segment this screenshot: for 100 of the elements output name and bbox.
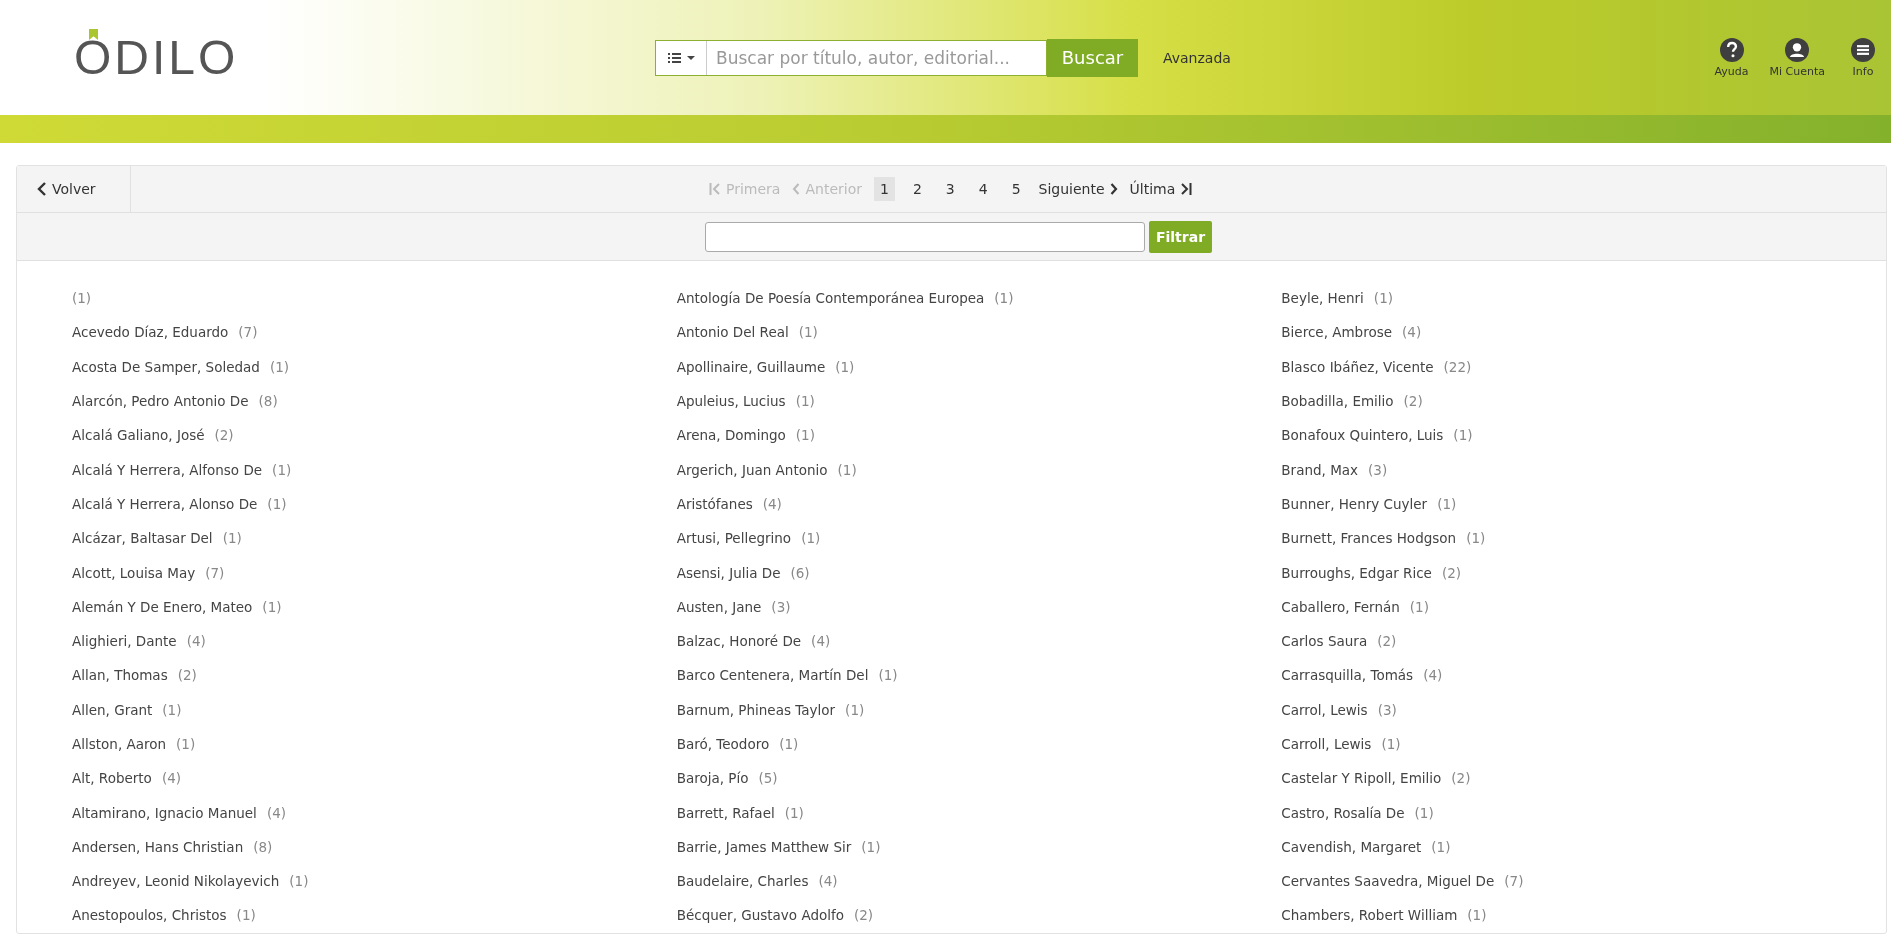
menu-icon: [1851, 37, 1875, 62]
title-count: (5): [758, 770, 778, 787]
filter-field[interactable]: [705, 221, 1145, 252]
advanced-search-link[interactable]: Avanzada: [1163, 49, 1231, 66]
author-link[interactable]: Austen, Jane: [676, 598, 762, 615]
title-count: (2): [1441, 564, 1462, 581]
back-button[interactable]: Volver: [17, 166, 131, 212]
author-link[interactable]: Alcott, Louisa May: [72, 564, 196, 581]
author-link[interactable]: Antonio Del Real: [676, 324, 789, 341]
page-number[interactable]: 2: [906, 177, 928, 201]
title-count: (2): [1377, 633, 1397, 650]
author-link[interactable]: Alarcón, Pedro Antonio De: [72, 393, 249, 410]
title-count: (1): [162, 701, 182, 718]
author-link[interactable]: Carrol, Lewis: [1281, 701, 1368, 718]
author-link[interactable]: Burroughs, Edgar Rice: [1281, 564, 1432, 581]
author-link[interactable]: Bobadilla, Emilio: [1281, 393, 1394, 410]
author-link[interactable]: Allen, Grant: [72, 701, 153, 718]
author-link[interactable]: Andreyev, Leonid Nikolayevich: [72, 873, 280, 890]
title-count: (1): [1409, 598, 1429, 615]
author-link[interactable]: Baroja, Pío: [676, 770, 749, 787]
user-icon: [1785, 37, 1810, 62]
title-count: (1): [784, 804, 804, 821]
page-number[interactable]: 1: [873, 177, 895, 201]
author-link[interactable]: Alighieri, Dante: [72, 633, 177, 650]
author-link[interactable]: Alt, Roberto: [72, 770, 152, 787]
author-link[interactable]: Anestopoulos, Christos: [72, 907, 227, 924]
author-link[interactable]: Cavendish, Margaret: [1281, 838, 1422, 855]
title-count: (1): [269, 358, 289, 375]
title-count: (4): [811, 633, 831, 650]
author-link[interactable]: Apollinaire, Guillaume: [676, 358, 826, 375]
author-link[interactable]: Alcalá Galiano, José: [72, 427, 205, 444]
page-number[interactable]: 4: [972, 177, 994, 201]
author-link[interactable]: Bierce, Ambrose: [1281, 324, 1393, 341]
author-link[interactable]: Altamirano, Ignacio Manuel: [72, 804, 257, 821]
author-link[interactable]: Alcázar, Baltasar Del: [72, 530, 213, 547]
author-link[interactable]: Burnett, Frances Hodgson: [1281, 530, 1457, 547]
author-link[interactable]: Acosta De Samper, Soledad: [72, 358, 260, 375]
author-link[interactable]: Aristófanes: [676, 495, 753, 512]
author-link[interactable]: Baró, Teodoro: [676, 736, 770, 752]
author-link[interactable]: Andersen, Hans Christian: [72, 838, 244, 855]
author-link[interactable]: Barrett, Rafael: [676, 804, 775, 821]
title-count: (1): [1453, 427, 1473, 444]
author-link[interactable]: Castro, Rosalía De: [1281, 804, 1405, 821]
title-count: (1): [798, 324, 818, 341]
header-action[interactable]: Mi Cuenta: [1769, 37, 1825, 78]
author-link[interactable]: Carroll, Lewis: [1281, 736, 1372, 752]
author-link[interactable]: Apuleius, Lucius: [676, 393, 786, 410]
author-link[interactable]: Alemán Y De Enero, Mateo: [72, 598, 253, 615]
next-page-link[interactable]: Siguiente: [1038, 181, 1118, 197]
title-count: (22): [1443, 358, 1472, 375]
title-count: (1): [1381, 736, 1401, 752]
author-link[interactable]: Cervantes Saavedra, Miguel De: [1281, 873, 1495, 890]
author-link[interactable]: Alcalá Y Herrera, Alfonso De: [72, 461, 263, 478]
title-count: (1): [1466, 530, 1486, 547]
author-link[interactable]: Brand, Max: [1281, 461, 1359, 478]
author-link[interactable]: Acevedo Díaz, Eduardo: [72, 324, 229, 341]
title-count: (1): [1414, 804, 1434, 821]
author-link[interactable]: Carlos Saura: [1281, 633, 1368, 650]
page-number[interactable]: 3: [939, 177, 961, 201]
author-link[interactable]: Allan, Thomas: [72, 667, 168, 684]
author-link[interactable]: Argerich, Juan Antonio: [676, 461, 828, 478]
title-count: (1): [837, 461, 857, 478]
author-link[interactable]: Asensi, Julia De: [676, 564, 781, 581]
author-link[interactable]: Alcalá Y Herrera, Alonso De: [72, 495, 258, 512]
author-link[interactable]: Balzac, Honoré De: [676, 633, 802, 650]
author-link[interactable]: Caballero, Fernán: [1281, 598, 1400, 615]
author-link[interactable]: Beyle, Henri: [1281, 290, 1364, 307]
title-count: (4): [1423, 667, 1443, 684]
author-link[interactable]: Barrie, James Matthew Sir: [676, 838, 852, 855]
author-link[interactable]: Artusi, Pellegrino: [676, 530, 792, 547]
title-count: (4): [1402, 324, 1422, 341]
title-count: (1): [835, 358, 855, 375]
odilo-logo[interactable]: ODILO: [74, 32, 324, 83]
author-link[interactable]: Allston, Aaron: [72, 736, 167, 752]
author-link[interactable]: Barnum, Phineas Taylor: [676, 701, 836, 718]
page-number[interactable]: 5: [1005, 177, 1027, 201]
title-count: (1): [176, 736, 196, 752]
author-link[interactable]: Arena, Domingo: [676, 427, 786, 444]
search-field[interactable]: Buscar por título, autor, editorial...: [655, 39, 1047, 76]
author-link[interactable]: Antología De Poesía Contemporánea Europea: [676, 290, 985, 307]
author-link[interactable]: Chambers, Robert William: [1281, 907, 1458, 924]
title-count: (3): [1377, 701, 1397, 718]
title-count: (2): [1403, 393, 1423, 410]
title-count: (3): [1368, 461, 1388, 478]
author-link[interactable]: Baudelaire, Charles: [676, 873, 809, 890]
title-count: (3): [771, 598, 791, 615]
author-link[interactable]: Bécquer, Gustavo Adolfo: [676, 907, 844, 924]
title-count: (1): [994, 290, 1014, 307]
title-count: (1): [289, 873, 309, 890]
last-page-link[interactable]: Última: [1129, 181, 1193, 197]
header-action[interactable]: Ayuda: [1707, 37, 1756, 78]
title-count: (6): [790, 564, 810, 581]
title-count: (1): [267, 495, 287, 512]
author-link[interactable]: Barco Centenera, Martín Del: [676, 667, 869, 684]
author-link[interactable]: Castelar Y Ripoll, Emilio: [1281, 770, 1442, 787]
author-link[interactable]: Carrasquilla, Tomás: [1281, 667, 1414, 684]
author-link[interactable]: Bunner, Henry Cuyler: [1281, 495, 1428, 512]
author-link[interactable]: Blasco Ibáñez, Vicente: [1281, 358, 1434, 375]
author-link[interactable]: Bonafoux Quintero, Luis: [1281, 427, 1444, 444]
header-action[interactable]: Info: [1839, 37, 1887, 78]
